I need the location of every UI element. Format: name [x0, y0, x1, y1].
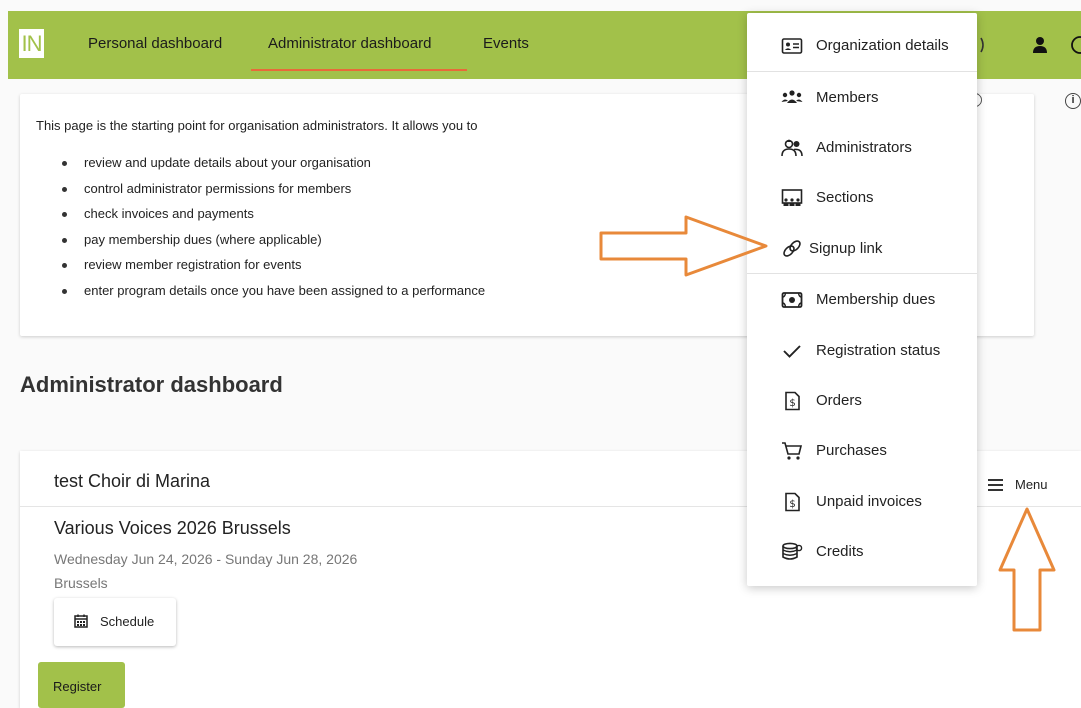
app-logo[interactable]: IN: [19, 29, 44, 58]
menu-item-credits[interactable]: Credits: [747, 527, 977, 577]
invoice-icon: $: [785, 391, 800, 411]
menu-item-label: Members: [816, 89, 879, 106]
menu-item-label: Sections: [816, 189, 874, 206]
register-button[interactable]: Register: [38, 662, 125, 708]
account-icon[interactable]: [1032, 36, 1048, 54]
members-icon: [781, 90, 803, 103]
coins-icon: [782, 542, 803, 560]
money-icon: [781, 292, 803, 308]
svg-text:$: $: [789, 499, 795, 510]
organization-menu-dropdown: Organization details Members Administrat…: [747, 13, 977, 586]
annotation-arrow-right-icon: [599, 215, 768, 277]
menu-item-membership-dues[interactable]: Membership dues: [747, 275, 977, 325]
nav-personal-dashboard[interactable]: Personal dashboard: [88, 35, 222, 52]
info-bullet: control administrator permissions for me…: [62, 181, 485, 207]
nav-administrator-dashboard[interactable]: Administrator dashboard: [268, 35, 431, 52]
menu-item-label: Credits: [816, 543, 864, 560]
info-list: review and update details about your org…: [62, 155, 485, 309]
menu-item-label: Purchases: [816, 442, 887, 459]
schedule-label: Schedule: [100, 614, 155, 629]
menu-item-label: Membership dues: [816, 291, 936, 308]
annotation-arrow-up-icon: [998, 507, 1056, 632]
cart-icon: [782, 442, 803, 460]
info-bullet: check invoices and payments: [62, 206, 485, 232]
info-bullet: pay membership dues (where applicable): [62, 232, 485, 258]
menu-item-purchases[interactable]: Purchases: [747, 426, 977, 476]
sections-icon: [781, 189, 803, 206]
info-bullet: enter program details once you have been…: [62, 283, 485, 309]
menu-item-label: Orders: [816, 392, 862, 409]
event-city: Brussels: [54, 575, 108, 591]
register-label: Register: [53, 679, 102, 694]
menu-divider: [747, 273, 977, 274]
help-icon[interactable]: [1070, 35, 1081, 55]
hamburger-icon: [988, 479, 1003, 491]
menu-item-unpaid-invoices[interactable]: $ Unpaid invoices: [747, 477, 977, 527]
menu-item-organization-details[interactable]: Organization details: [747, 21, 977, 71]
menu-item-registration-status[interactable]: Registration status: [747, 326, 977, 376]
partial-icon: [980, 37, 984, 53]
organization-name: test Choir di Marina: [54, 471, 211, 491]
calendar-icon: [74, 614, 88, 628]
menu-item-administrators[interactable]: Administrators: [747, 123, 977, 173]
page-title: Administrator dashboard: [20, 372, 283, 397]
active-tab-indicator: [251, 69, 467, 71]
menu-item-label: Unpaid invoices: [816, 493, 922, 510]
invoice-icon: $: [785, 492, 800, 512]
event-title: Various Voices 2026 Brussels: [54, 518, 291, 538]
administrators-icon: [781, 139, 803, 157]
nav-events[interactable]: Events: [483, 35, 529, 52]
event-dates: Wednesday Jun 24, 2026 - Sunday Jun 28, …: [54, 551, 358, 567]
menu-item-sections[interactable]: Sections: [747, 173, 977, 223]
info-bullet: review member registration for events: [62, 257, 485, 283]
menu-item-label: Administrators: [816, 139, 912, 156]
menu-item-label: Signup link: [809, 240, 883, 257]
menu-item-signup-link[interactable]: Signup link: [747, 224, 977, 274]
info-intro: This page is the starting point for orga…: [36, 118, 478, 133]
link-icon: [783, 240, 801, 257]
id-card-icon: [781, 38, 803, 54]
menu-item-label: Organization details: [816, 37, 949, 54]
org-menu-label: Menu: [1015, 477, 1048, 492]
schedule-button[interactable]: Schedule: [54, 598, 176, 646]
menu-divider: [747, 71, 977, 72]
menu-item-members[interactable]: Members: [747, 73, 977, 123]
menu-item-label: Registration status: [816, 342, 941, 359]
info-bullet: review and update details about your org…: [62, 155, 485, 181]
check-icon: [783, 345, 801, 358]
info-icon[interactable]: i: [1065, 93, 1081, 109]
svg-text:$: $: [789, 398, 795, 409]
menu-item-orders[interactable]: $ Orders: [747, 376, 977, 426]
